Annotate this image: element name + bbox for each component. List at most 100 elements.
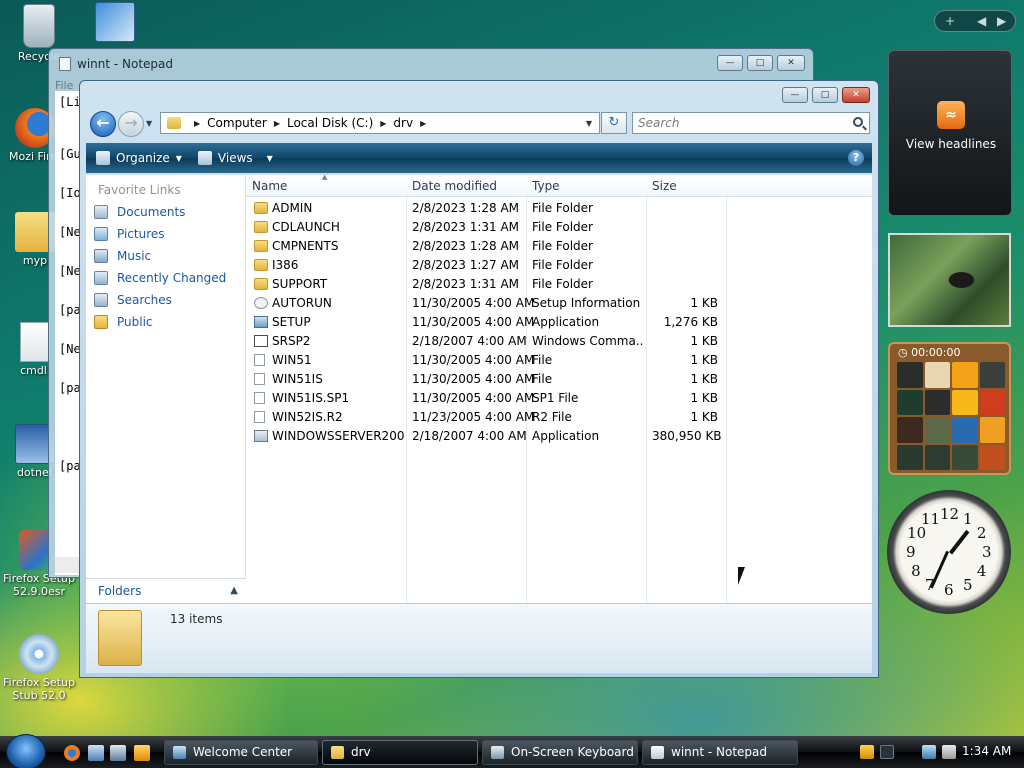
puzzle-tile[interactable] [952, 444, 978, 470]
table-row[interactable]: CDLAUNCH 2/8/2023 1:31 AM File Folder [246, 218, 872, 237]
sidebar-item-documents[interactable]: Documents [94, 205, 185, 219]
table-row[interactable]: WIN51 11/30/2005 4:00 AM File 1 KB [246, 351, 872, 370]
address-dropdown-icon[interactable]: ▼ [579, 119, 599, 128]
puzzle-tile[interactable] [979, 444, 1005, 470]
forward-button[interactable]: → [118, 111, 144, 137]
puzzle-tile[interactable] [924, 444, 950, 470]
file-size: 1 KB [690, 410, 718, 424]
volume-muted-icon[interactable] [942, 745, 956, 759]
clock-gadget[interactable]: 121234567891011 [887, 490, 1011, 614]
chevron-right-icon[interactable]: ▶ [194, 119, 200, 128]
column-header-date[interactable]: Date modified [412, 179, 497, 193]
search-icon[interactable] [853, 117, 863, 127]
chevron-right-icon[interactable]: ▶ [380, 119, 386, 128]
setup-information-icon [254, 297, 268, 309]
switch-windows-icon[interactable] [110, 745, 126, 761]
table-row[interactable]: I386 2/8/2023 1:27 AM File Folder [246, 256, 872, 275]
security-shield-icon[interactable] [860, 745, 874, 759]
column-header-size[interactable]: Size [652, 179, 677, 193]
desktop-icon-firefox-stub[interactable]: Firefox Setup Stub 52.0 [0, 634, 78, 702]
close-button[interactable]: ✕ [842, 87, 870, 103]
sidebar-item-searches[interactable]: Searches [94, 293, 172, 307]
maximize-button[interactable]: □ [747, 55, 773, 71]
firefox-icon[interactable] [64, 745, 80, 761]
puzzle-tile[interactable] [952, 389, 978, 415]
breadcrumb-computer[interactable]: Computer [207, 116, 267, 130]
column-header-name[interactable]: Name [252, 179, 287, 193]
slideshow-gadget[interactable] [888, 233, 1011, 327]
clock-number: 11 [921, 510, 941, 529]
documents-icon [94, 205, 108, 219]
sidebar-item-public[interactable]: Public [94, 315, 153, 329]
sidebar-item-music[interactable]: Music [94, 249, 151, 263]
views-button[interactable]: Views ▼ [197, 151, 273, 165]
puzzle-tile[interactable] [924, 362, 950, 388]
search-input[interactable]: Search [632, 112, 870, 134]
puzzle-tile[interactable] [897, 444, 923, 470]
table-row[interactable]: WIN51IS.SP1 11/30/2005 4:00 AM SP1 File 1 K… [246, 389, 872, 408]
file-date: 11/23/2005 4:00 AM [412, 410, 535, 424]
recent-pages-dropdown[interactable]: ▼ [146, 119, 152, 128]
task-label: drv [351, 745, 371, 759]
task-welcome-center[interactable]: Welcome Center [164, 740, 318, 765]
column-header-type[interactable]: Type [532, 179, 560, 193]
show-desktop-icon[interactable] [88, 745, 104, 761]
table-row[interactable]: WIN51IS 11/30/2005 4:00 AM File 1 KB [246, 370, 872, 389]
puzzle-tile[interactable] [924, 389, 950, 415]
file-size: 1 KB [690, 353, 718, 367]
breadcrumb-drv[interactable]: drv [393, 116, 413, 130]
puzzle-tile[interactable] [979, 389, 1005, 415]
minimize-button[interactable]: — [717, 55, 743, 71]
table-row[interactable]: SUPPORT 2/8/2023 1:31 AM File Folder [246, 275, 872, 294]
table-row[interactable]: WINDOWSSERVER2003... 2/18/2007 4:00 AM App… [246, 427, 872, 446]
puzzle-tile[interactable] [897, 362, 923, 388]
arrow-left-icon: ← [96, 113, 110, 132]
notepad-line: [Ne [59, 225, 81, 239]
table-row[interactable]: SRSP2 2/18/2007 4:00 AM Windows Comma... 1 … [246, 332, 872, 351]
explorer-window[interactable]: — □ ✕ ← → ▼ ▶ Computer ▶ Local Disk (C:)… [79, 80, 879, 678]
chevron-right-icon[interactable]: ▶ [997, 14, 1006, 28]
network-icon[interactable] [922, 745, 936, 759]
folders-toggle[interactable]: Folders ▲ [86, 578, 246, 603]
table-row[interactable]: AUTORUN 11/30/2005 4:00 AM Setup Informati… [246, 294, 872, 313]
address-bar[interactable]: ▶ Computer ▶ Local Disk (C:) ▶ drv ▶ ▼ [160, 112, 600, 134]
tray-overflow-icon[interactable] [880, 745, 894, 759]
table-row[interactable]: WIN52IS.R2 11/23/2005 4:00 AM R2 File 1 KB [246, 408, 872, 427]
feed-headlines-gadget[interactable]: ≈ View headlines [888, 50, 1012, 216]
sidebar-item-pictures[interactable]: Pictures [94, 227, 165, 241]
puzzle-tile[interactable] [979, 417, 1005, 443]
table-row[interactable]: SETUP 11/30/2005 4:00 AM Application 1,276 … [246, 313, 872, 332]
start-button[interactable] [6, 734, 46, 768]
refresh-button[interactable]: ↻ [601, 112, 627, 134]
puzzle-tile[interactable] [897, 417, 923, 443]
maximize-button[interactable]: □ [812, 87, 838, 103]
notepad-line: [Gu [59, 147, 81, 161]
minimize-button[interactable]: — [782, 87, 808, 103]
close-button[interactable]: ✕ [777, 55, 805, 71]
chevron-right-icon[interactable]: ▶ [420, 119, 426, 128]
breadcrumb-local-disk[interactable]: Local Disk (C:) [287, 116, 373, 130]
chevron-right-icon[interactable]: ▶ [274, 119, 280, 128]
puzzle-tile[interactable] [979, 362, 1005, 388]
table-row[interactable]: ADMIN 2/8/2023 1:28 AM File Folder [246, 199, 872, 218]
cd-installer-icon [19, 634, 59, 674]
organize-button[interactable]: Organize ▼ [96, 151, 182, 165]
desktop-icon-installer-top[interactable] [80, 2, 150, 44]
media-player-icon[interactable] [134, 745, 150, 761]
picture-puzzle-gadget[interactable]: ◷ 00:00:00 [888, 342, 1011, 475]
puzzle-tile[interactable] [897, 389, 923, 415]
file-date: 2/18/2007 4:00 AM [412, 334, 527, 348]
chevron-left-icon[interactable]: ◀ [977, 14, 986, 28]
sidebar-item-recently-changed[interactable]: Recently Changed [94, 271, 226, 285]
puzzle-tile[interactable] [952, 417, 978, 443]
task-on-screen-keyboard[interactable]: On-Screen Keyboard [482, 740, 638, 765]
task-notepad[interactable]: winnt - Notepad [642, 740, 798, 765]
task-drv[interactable]: drv [322, 740, 478, 765]
taskbar-clock[interactable]: 1:34 AM [962, 744, 1011, 758]
help-button[interactable]: ? [848, 150, 864, 166]
add-gadget-button[interactable]: + [945, 14, 955, 28]
back-button[interactable]: ← [90, 111, 116, 137]
puzzle-tile[interactable] [924, 417, 950, 443]
puzzle-tile[interactable] [952, 362, 978, 388]
table-row[interactable]: CMPNENTS 2/8/2023 1:28 AM File Folder [246, 237, 872, 256]
